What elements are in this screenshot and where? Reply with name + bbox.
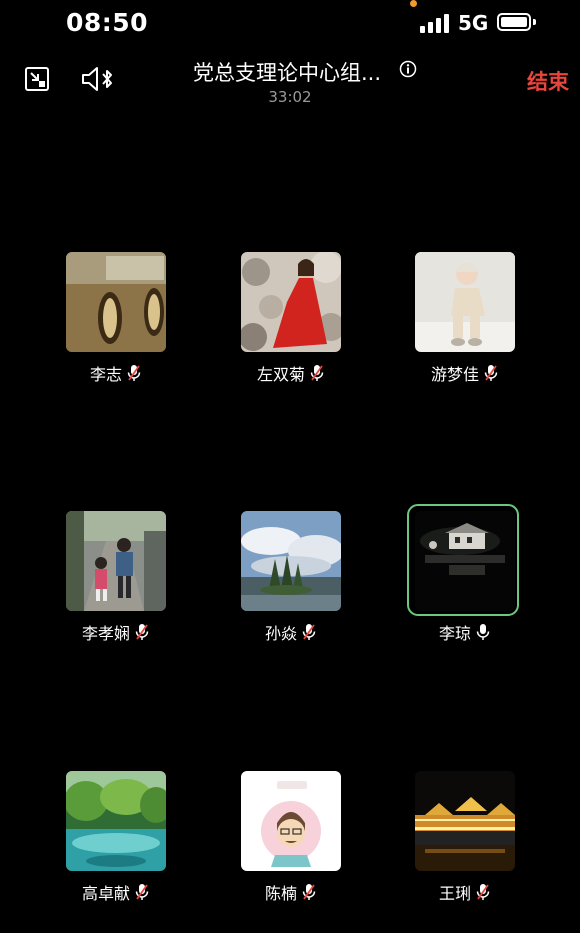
end-call-button[interactable]: 结束 (527, 66, 569, 96)
participant-avatar (241, 252, 341, 352)
participant-tile[interactable]: 高卓献 (66, 771, 166, 903)
participant-avatar (415, 511, 515, 611)
network-type: 5G (458, 11, 489, 35)
mic-muted-icon (310, 365, 324, 381)
participant-tile-active-speaker[interactable]: 李琼 (407, 504, 519, 643)
participant-name: 陈楠 (264, 884, 297, 903)
participant-tile[interactable]: 王琍 (415, 771, 515, 903)
participant-name: 高卓献 (81, 884, 130, 903)
call-header: 党总支理论中心组... 33:02 结束 (0, 50, 580, 120)
participant-avatar (415, 771, 515, 871)
participant-tile[interactable]: 陈楠 (241, 771, 341, 903)
participant-tile[interactable]: 左双菊 (241, 252, 341, 384)
status-time: 08:50 (66, 8, 149, 37)
meeting-title: 党总支理论中心组... (193, 61, 382, 85)
participant-avatar (241, 771, 341, 871)
info-icon[interactable] (399, 60, 417, 78)
participant-avatar (66, 252, 166, 352)
mic-muted-icon (127, 365, 141, 381)
participant-tile[interactable]: 游梦佳 (415, 252, 515, 384)
participant-avatar (66, 511, 166, 611)
participant-avatar (241, 511, 341, 611)
battery-tip (533, 19, 536, 25)
privacy-indicator (410, 0, 417, 7)
participant-tile[interactable]: 李志 (66, 252, 166, 384)
status-bar: 08:50 5G (0, 0, 580, 50)
cellular-signal-icon (420, 13, 450, 33)
participant-avatar (66, 771, 166, 871)
mic-muted-icon (476, 884, 490, 900)
participant-name: 游梦佳 (430, 365, 479, 384)
participant-avatar (415, 252, 515, 352)
participant-name: 李孝娴 (81, 624, 130, 643)
call-duration: 33:02 (268, 88, 312, 106)
participant-name: 李琼 (438, 624, 471, 643)
mic-muted-icon (484, 365, 498, 381)
mic-on-icon (476, 624, 490, 640)
mic-muted-icon (135, 624, 149, 640)
mic-muted-icon (302, 624, 316, 640)
participant-name: 王琍 (438, 884, 471, 903)
participant-name: 李志 (89, 365, 122, 384)
participant-tile[interactable]: 李孝娴 (66, 511, 166, 643)
participant-name: 孙焱 (264, 624, 297, 643)
battery-icon (497, 13, 531, 31)
mic-muted-icon (135, 884, 149, 900)
participant-name: 左双菊 (256, 365, 305, 384)
participant-tile[interactable]: 孙焱 (241, 511, 341, 643)
mic-muted-icon (302, 884, 316, 900)
